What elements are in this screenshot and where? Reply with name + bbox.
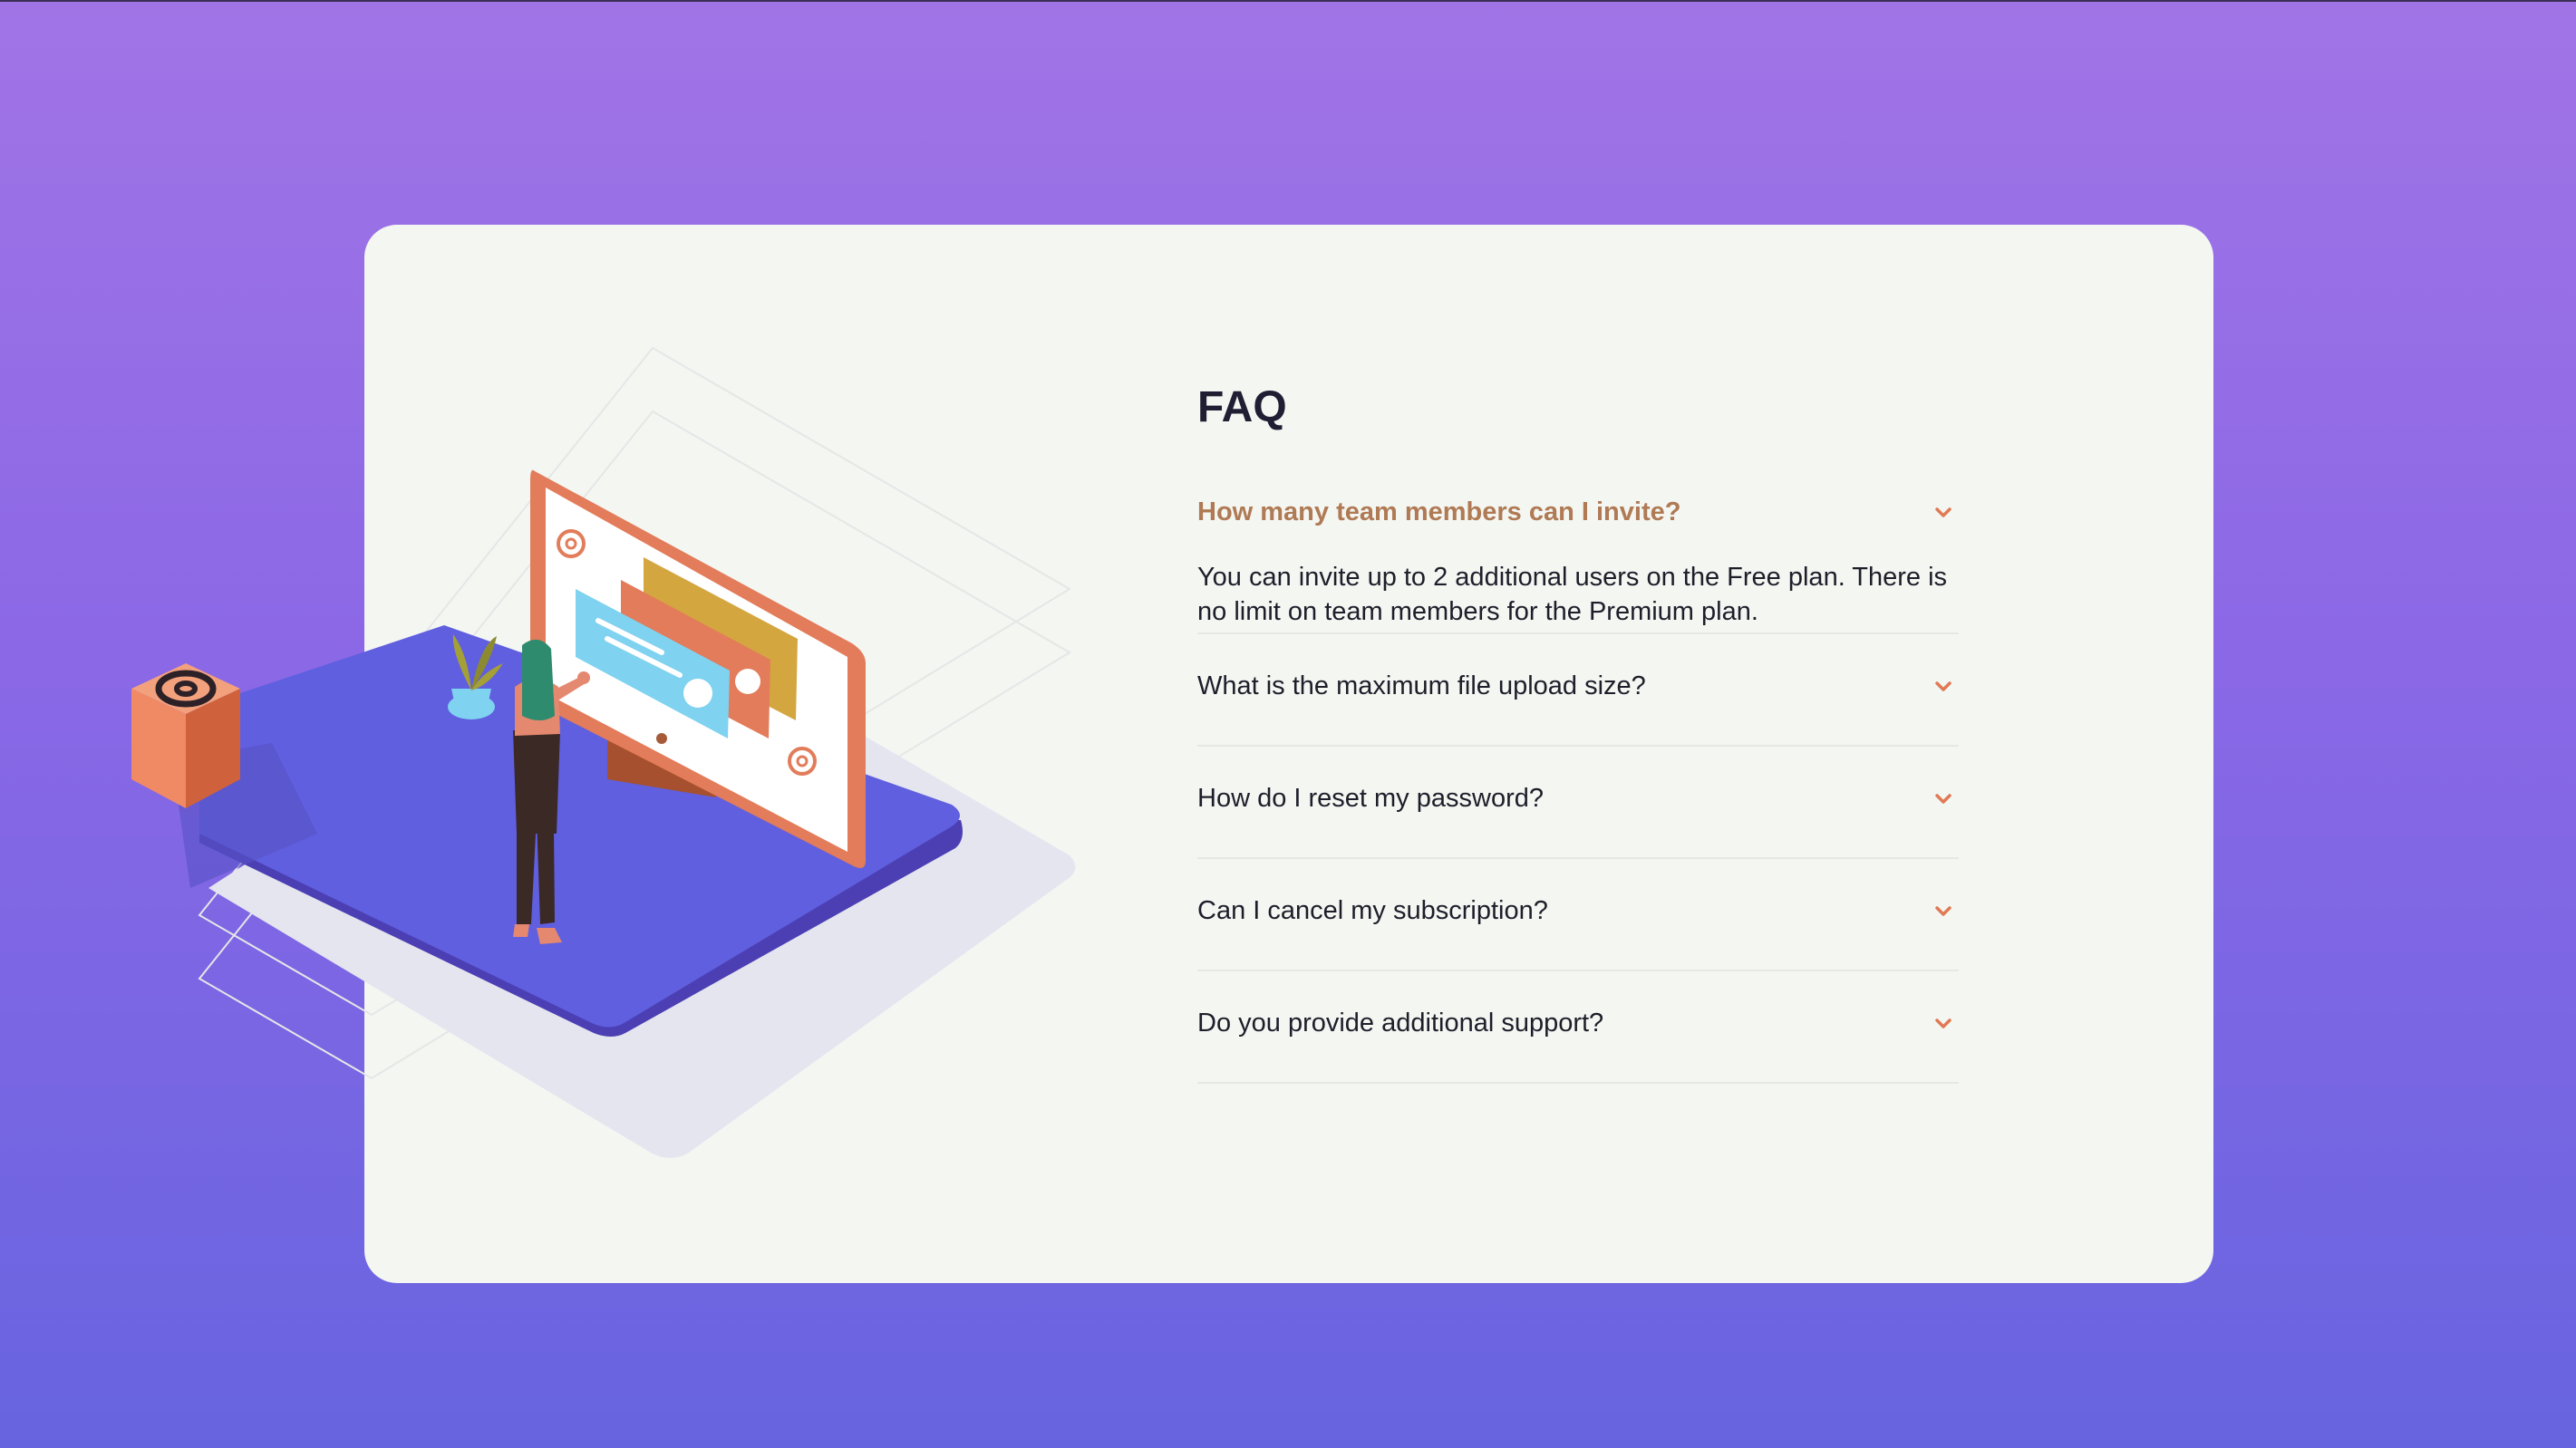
chevron-down-icon[interactable] [1932, 899, 1955, 922]
chevron-down-icon[interactable] [1932, 674, 1955, 698]
chevron-down-icon[interactable] [1932, 1011, 1955, 1035]
faq-question-team-members[interactable]: How many team members can I invite? [1197, 478, 1959, 545]
faq-item: Do you provide additional support? [1197, 971, 1959, 1084]
faq-question-cancel-subscription[interactable]: Can I cancel my subscription? [1197, 859, 1959, 970]
faq-question-text: How do I reset my password? [1197, 783, 1544, 813]
chevron-down-icon[interactable] [1932, 787, 1955, 810]
faq-item: What is the maximum file upload size? [1197, 634, 1959, 747]
faq-question-upload-size[interactable]: What is the maximum file upload size? [1197, 634, 1959, 745]
woman-online-illustration [131, 346, 1076, 1158]
faq-question-text: Do you provide additional support? [1197, 1008, 1604, 1038]
faq-accordion: How many team members can I invite? You … [1197, 478, 1959, 1084]
faq-question-text: What is the maximum file upload size? [1197, 671, 1646, 700]
faq-item: How do I reset my password? [1197, 747, 1959, 859]
faq-question-additional-support[interactable]: Do you provide additional support? [1197, 971, 1959, 1082]
faq-section: FAQ How many team members can I invite? … [1197, 381, 1959, 1084]
faq-question-reset-password[interactable]: How do I reset my password? [1197, 747, 1959, 857]
faq-item: How many team members can I invite? You … [1197, 478, 1959, 634]
chevron-down-icon[interactable] [1932, 500, 1955, 524]
cube [131, 663, 240, 808]
faq-question-text: How many team members can I invite? [1197, 497, 1681, 526]
faq-answer-text: You can invite up to 2 additional users … [1197, 563, 1948, 626]
faq-question-text: Can I cancel my subscription? [1197, 895, 1548, 925]
top-edge-line [0, 0, 2576, 2]
faq-item: Can I cancel my subscription? [1197, 859, 1959, 971]
faq-heading: FAQ [1197, 383, 1287, 431]
